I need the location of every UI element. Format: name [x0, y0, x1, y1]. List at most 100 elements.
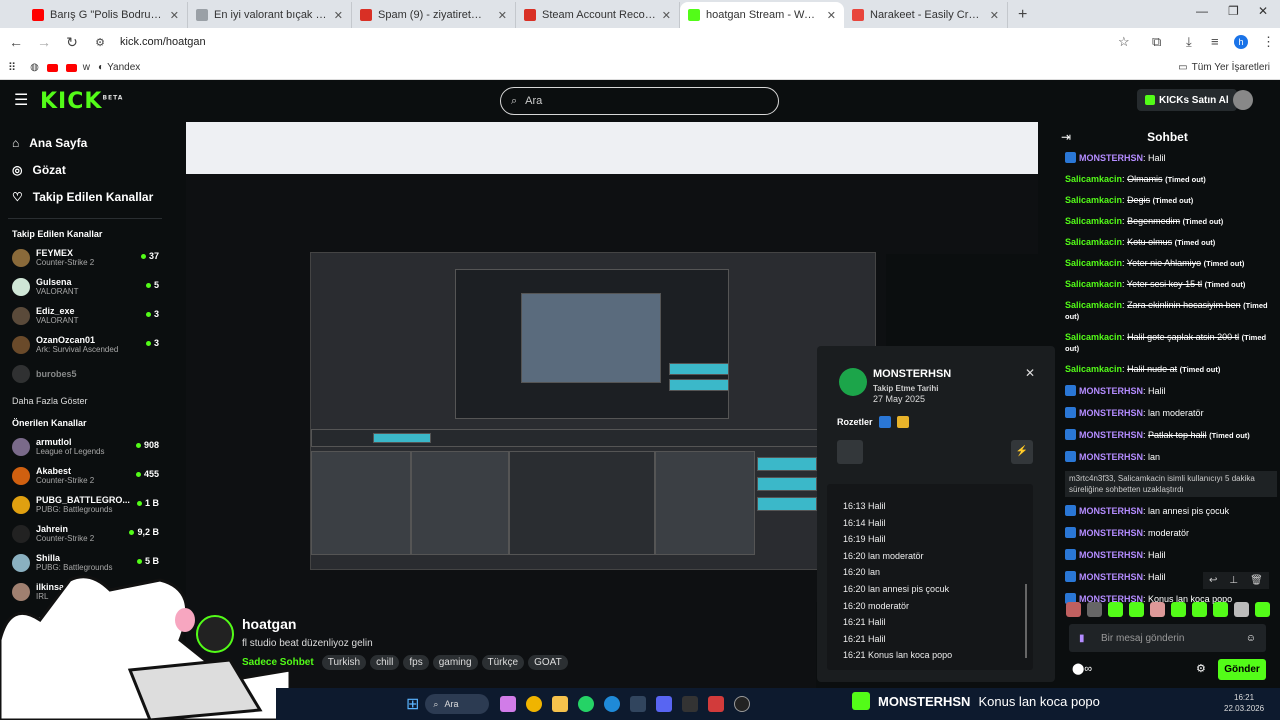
emote-icon[interactable]: [1213, 602, 1228, 617]
chat-username[interactable]: MONSTERHSN: [1079, 528, 1143, 538]
taskbar-search[interactable]: ⌕ Ara: [425, 694, 490, 714]
chat-username[interactable]: MONSTERHSN: [1079, 153, 1143, 163]
yandex-icon[interactable]: ◐: [98, 62, 104, 73]
youtube-icon[interactable]: [46, 63, 58, 72]
browser-tab[interactable]: hoatgan Stream - Watch Live or ✕: [680, 2, 844, 28]
close-icon[interactable]: ✕: [1025, 366, 1035, 380]
maximize-icon[interactable]: ❐: [1228, 4, 1239, 18]
chat-username[interactable]: MONSTERHSN: [1079, 572, 1143, 582]
channel-item[interactable]: burobes5: [0, 359, 170, 388]
stream-tag[interactable]: gaming: [432, 655, 478, 670]
whatsapp-icon[interactable]: [578, 696, 595, 712]
profile-avatar[interactable]: h: [1234, 35, 1248, 49]
media-icon[interactable]: ≡: [1211, 34, 1219, 49]
timeout-icon[interactable]: ⚡: [1011, 440, 1033, 464]
steam-icon[interactable]: [630, 696, 647, 712]
url-field[interactable]: kick.com/hoatgan: [120, 36, 206, 48]
tab-close-icon[interactable]: ✕: [662, 9, 671, 22]
youtube-icon-2[interactable]: [65, 63, 77, 72]
app-icon[interactable]: [682, 696, 699, 712]
chat-username[interactable]: MONSTERHSN: [1079, 386, 1143, 396]
chat-message[interactable]: Salicamkacin: Degis (Timed out): [1065, 191, 1277, 212]
chat-message[interactable]: Salicamkacin: Kotu olmus (Timed out): [1065, 233, 1277, 254]
mic-icon[interactable]: ▮: [1079, 633, 1085, 644]
windows-start-icon[interactable]: ⊞: [406, 694, 419, 714]
chat-message[interactable]: Salicamkacin: Halil gote şaplak atsin 20…: [1065, 328, 1277, 360]
stream-tag[interactable]: chill: [370, 655, 400, 670]
emote-icon[interactable]: [1129, 602, 1144, 617]
channel-item[interactable]: Jahrein Counter-Strike 2 9,2 B: [0, 519, 170, 548]
chat-username[interactable]: Salicamkacin: [1065, 258, 1122, 268]
tab-close-icon[interactable]: ✕: [990, 9, 999, 22]
emote-icon[interactable]: [1234, 602, 1249, 617]
show-more-link[interactable]: Daha Fazla Göster: [0, 396, 170, 406]
browser-tab[interactable]: En iyi valorant bıçak skini - Tier ✕: [188, 2, 352, 28]
tab-close-icon[interactable]: ✕: [170, 9, 179, 22]
chat-username[interactable]: Salicamkacin: [1065, 195, 1122, 205]
discord-icon[interactable]: [656, 696, 673, 712]
sidebar-nav-item[interactable]: ⌂ Ana Sayfa: [0, 129, 170, 156]
emote-icon[interactable]: [1066, 602, 1081, 617]
download-icon[interactable]: ⤓: [1186, 34, 1192, 50]
stream-tag[interactable]: fps: [403, 655, 429, 670]
emoji-icon[interactable]: ☺: [1246, 633, 1256, 644]
buy-kicks-button[interactable]: KICKs Satın Al: [1137, 89, 1237, 111]
bookmark-star-icon[interactable]: ☆: [1118, 34, 1130, 50]
hamburger-icon[interactable]: ☰: [14, 90, 28, 110]
channel-item[interactable]: Gulsena VALORANT 5: [0, 272, 170, 301]
minimize-icon[interactable]: —: [1196, 4, 1208, 18]
emote-icon[interactable]: [1087, 602, 1102, 617]
chat-settings-icon[interactable]: ⚙: [1196, 662, 1206, 675]
chat-message[interactable]: MONSTERHSN: lan annesi pis çocuk: [1065, 501, 1277, 523]
chat-username[interactable]: MONSTERHSN: [1079, 408, 1143, 418]
emote-icon[interactable]: [1108, 602, 1123, 617]
reply-icon[interactable]: ↩: [1209, 575, 1217, 586]
chat-username[interactable]: MONSTERHSN: [1079, 550, 1143, 560]
chat-username[interactable]: Salicamkacin: [1065, 237, 1122, 247]
chat-message[interactable]: MONSTERHSN: moderatör: [1065, 523, 1277, 545]
stream-tag[interactable]: Türkçe: [481, 655, 525, 670]
popup-username[interactable]: MONSTERHSN: [873, 368, 951, 380]
emote-icon[interactable]: [1171, 602, 1186, 617]
apps-icon[interactable]: ⠿: [8, 61, 16, 74]
chat-username[interactable]: Salicamkacin: [1065, 332, 1122, 342]
emote-icon[interactable]: [1150, 602, 1165, 617]
emote-icon[interactable]: [1192, 602, 1207, 617]
chrome-icon[interactable]: [526, 696, 543, 712]
extensions-icon[interactable]: ⧉: [1152, 34, 1161, 50]
chat-input[interactable]: ▮ Bir mesaj gönderin ☺: [1069, 624, 1266, 652]
browser-tab[interactable]: Narakeet - Easily Create Voiceo ✕: [844, 2, 1008, 28]
reload-icon[interactable]: ↻: [60, 34, 84, 51]
emote-icon[interactable]: [1255, 602, 1270, 617]
chat-message[interactable]: MONSTERHSN: lan moderatör: [1065, 403, 1277, 425]
chat-message[interactable]: Salicamkacin: Zara ekinlinin hocasiyim b…: [1065, 296, 1277, 328]
tab-close-icon[interactable]: ✕: [498, 9, 507, 22]
channel-item[interactable]: Ediz_exe VALORANT 3: [0, 301, 170, 330]
chat-username[interactable]: MONSTERHSN: [1079, 506, 1143, 516]
kick-logo[interactable]: KICKBETA: [40, 89, 123, 114]
back-icon[interactable]: ←: [4, 34, 28, 50]
tab-close-icon[interactable]: ✕: [334, 9, 343, 22]
chat-message[interactable]: MONSTERHSN: Halil: [1065, 545, 1277, 567]
browser-tab[interactable]: Barış G "Polis Bodrum Katta Tef ✕: [24, 2, 188, 28]
popup-action-box[interactable]: [837, 440, 863, 464]
search-input[interactable]: ⌕ Ara: [500, 87, 779, 115]
chat-username[interactable]: Salicamkacin: [1065, 364, 1122, 374]
browser-tab[interactable]: Steam Account Recovery - kerin ✕: [516, 2, 680, 28]
stream-tag[interactable]: Turkish: [321, 655, 367, 670]
chat-username[interactable]: Salicamkacin: [1065, 174, 1122, 184]
channel-item[interactable]: OzanOzcan01 Ark: Survival Ascended 3: [0, 330, 170, 359]
chat-username[interactable]: Salicamkacin: [1065, 216, 1122, 226]
site-info-icon[interactable]: ⚙: [88, 36, 112, 49]
globe-icon[interactable]: ◍: [30, 62, 39, 73]
chat-message[interactable]: Salicamkacin: Begenmedim (Timed out): [1065, 212, 1277, 233]
forward-icon[interactable]: →: [32, 34, 56, 50]
chat-message[interactable]: Salicamkacin: Yeter sesi koy 15 tl (Time…: [1065, 275, 1277, 296]
w-icon[interactable]: w: [83, 62, 90, 73]
chat-message[interactable]: MONSTERHSN: Halil: [1065, 148, 1277, 170]
chat-username[interactable]: MONSTERHSN: [1079, 430, 1143, 440]
channel-item[interactable]: armutlol League of Legends 908: [0, 432, 170, 461]
close-window-icon[interactable]: ✕: [1258, 4, 1268, 18]
edge-icon[interactable]: [604, 696, 621, 712]
folder-taskbar-icon[interactable]: [552, 696, 569, 712]
